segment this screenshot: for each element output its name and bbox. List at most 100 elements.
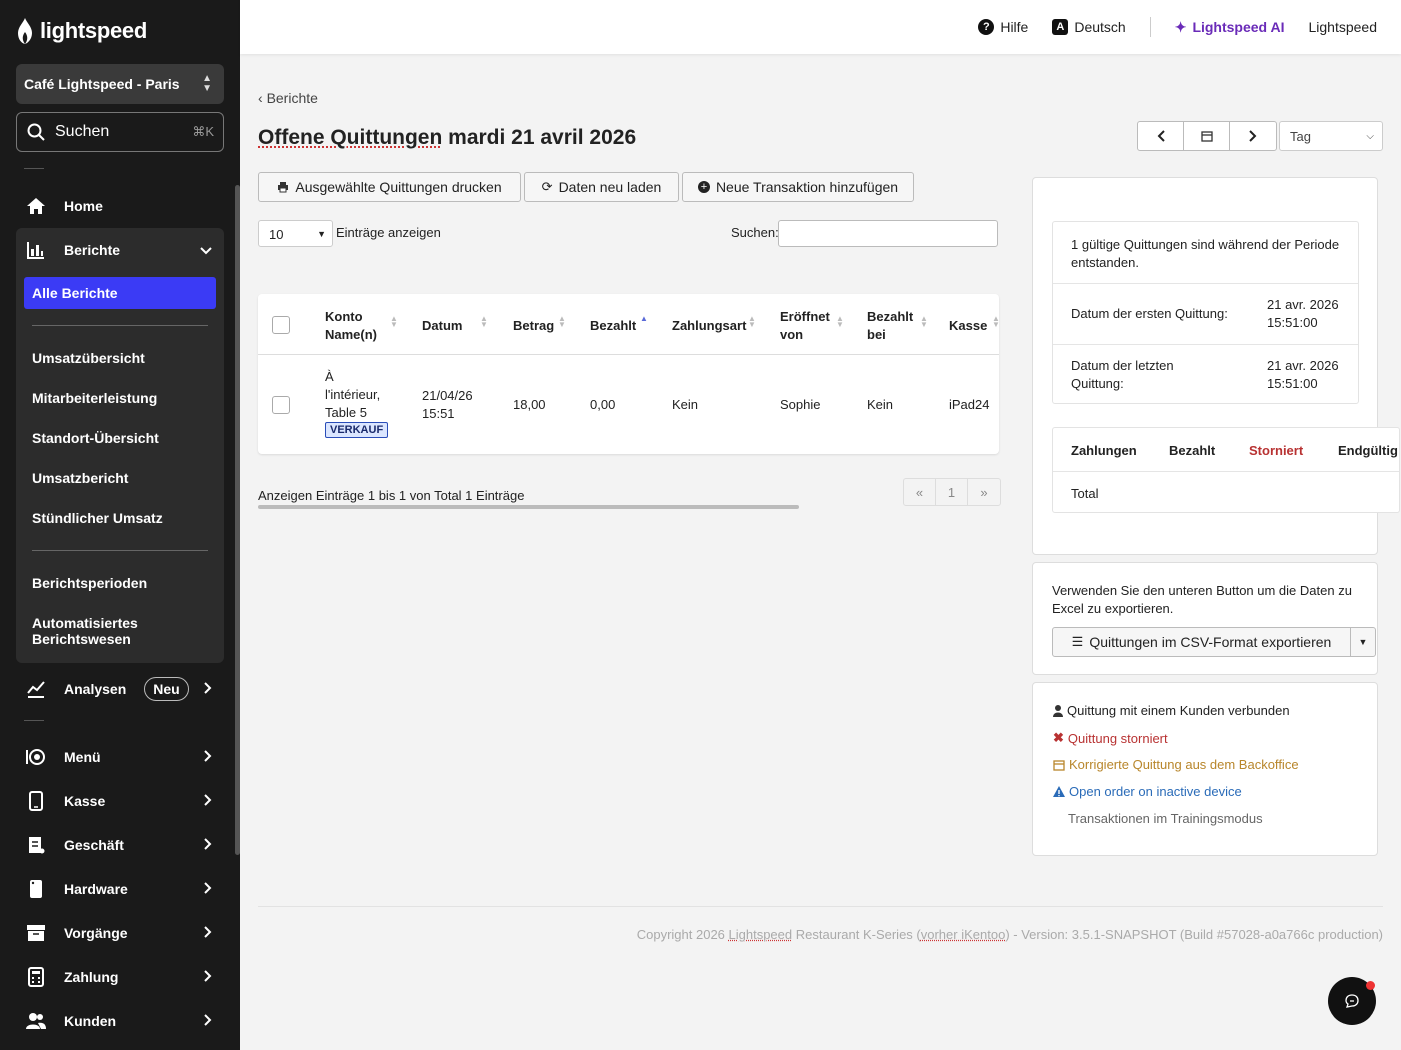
add-transaction-label: Neue Transaktion hinzufügen bbox=[715, 179, 899, 195]
payments-total-label: Total bbox=[1071, 486, 1099, 501]
sidebar-scrollbar[interactable] bbox=[235, 185, 240, 855]
payments-col-bezahlt: Bezahlt bbox=[1169, 443, 1216, 458]
nav-vorgaenge[interactable]: Vorgänge bbox=[16, 911, 224, 955]
pager-next[interactable]: » bbox=[968, 479, 1000, 505]
select-all-checkbox[interactable] bbox=[272, 316, 290, 334]
add-transaction-button[interactable]: + Neue Transaktion hinzufügen bbox=[682, 172, 914, 202]
col-bezahlt[interactable]: Bezahlt bbox=[590, 317, 636, 335]
legend-inactive-device-label: Open order on inactive device bbox=[1069, 784, 1242, 799]
nav-geschaeft[interactable]: Geschäft bbox=[16, 823, 224, 867]
nav-analysen[interactable]: Analysen Neu bbox=[16, 667, 224, 711]
pager-prev[interactable]: « bbox=[904, 479, 936, 505]
sidebar-item-berichtsperioden[interactable]: Berichtsperioden bbox=[32, 575, 147, 591]
col-kasse[interactable]: Kasse bbox=[949, 317, 987, 335]
nav-kasse[interactable]: Kasse bbox=[16, 779, 224, 823]
breadcrumb[interactable]: ‹ Berichte bbox=[258, 90, 318, 106]
next-day-button[interactable] bbox=[1230, 122, 1276, 150]
ai-label: Lightspeed AI bbox=[1192, 19, 1285, 35]
col-eroeffnet[interactable]: Eröffnet von bbox=[780, 308, 835, 344]
sidebar-search[interactable]: Suchen ⌘K bbox=[16, 112, 224, 152]
divider bbox=[1053, 471, 1399, 472]
col-konto[interactable]: Konto Name(n) bbox=[325, 308, 385, 344]
pager-page[interactable]: 1 bbox=[936, 479, 968, 505]
ai-link[interactable]: ✦ Lightspeed AI bbox=[1175, 19, 1285, 36]
new-badge: Neu bbox=[144, 677, 189, 701]
user-icon bbox=[1053, 704, 1063, 717]
calendar-button[interactable] bbox=[1184, 122, 1230, 150]
breadcrumb-label: Berichte bbox=[266, 90, 318, 106]
col-betrag[interactable]: Betrag bbox=[513, 317, 554, 335]
period-select[interactable]: Tag ⌵ bbox=[1279, 121, 1383, 151]
divider bbox=[24, 168, 44, 169]
nav-hardware-label: Hardware bbox=[64, 881, 128, 897]
language-selector[interactable]: A Deutsch bbox=[1052, 19, 1126, 35]
first-receipt-value: 21 avr. 2026 15:51:00 bbox=[1267, 297, 1339, 330]
nav-hardware[interactable]: Hardware bbox=[16, 867, 224, 911]
sidebar-item-standort-uebersicht[interactable]: Standort-Übersicht bbox=[32, 430, 159, 446]
sidebar: lightspeed Café Lightspeed - Paris ▲ ▼ Su… bbox=[0, 0, 240, 1050]
nav-menu[interactable]: Menü bbox=[16, 735, 224, 779]
nav-kunden[interactable]: Kunden bbox=[16, 999, 224, 1043]
chevron-right-icon bbox=[204, 1013, 212, 1029]
sidebar-item-umsatzbericht[interactable]: Umsatzbericht bbox=[32, 470, 128, 486]
entries-length-label: Einträge anzeigen bbox=[336, 225, 441, 240]
pagination: « 1 » bbox=[903, 478, 1001, 506]
sidebar-item-alle-berichte[interactable]: Alle Berichte bbox=[24, 277, 216, 309]
sidebar-item-umsatzuebersicht[interactable]: Umsatzübersicht bbox=[32, 350, 145, 366]
nav-zahlung[interactable]: Zahlung bbox=[16, 955, 224, 999]
legend-panel: Quittung mit einem Kunden verbunden ✖ Qu… bbox=[1032, 682, 1378, 856]
search-icon bbox=[27, 123, 45, 141]
table-horizontal-scrollbar[interactable] bbox=[258, 505, 799, 509]
account-menu[interactable]: Lightspeed bbox=[1308, 19, 1377, 35]
sidebar-item-stuendlicher-umsatz[interactable]: Stündlicher Umsatz bbox=[32, 510, 163, 526]
nav-berichte[interactable]: Berichte bbox=[16, 228, 224, 272]
legend-training-label: Transaktionen im Trainingsmodus bbox=[1068, 811, 1263, 826]
question-icon: ? bbox=[978, 19, 995, 35]
store-selector[interactable]: Café Lightspeed - Paris ▲ ▼ bbox=[16, 64, 224, 104]
nav-home-label: Home bbox=[64, 198, 103, 214]
calendar-icon bbox=[1200, 131, 1213, 142]
sort-icon: ▲ ▼ bbox=[748, 314, 756, 329]
plus-circle-icon: + bbox=[697, 181, 710, 193]
device-icon bbox=[24, 877, 48, 901]
entries-length-select[interactable]: 10 ▼ bbox=[258, 220, 333, 247]
nav-home[interactable]: Home bbox=[16, 184, 224, 228]
logo[interactable]: lightspeed bbox=[16, 16, 147, 46]
chat-icon bbox=[1345, 994, 1359, 1008]
sidebar-item-automatisiertes-berichtswesen[interactable]: Automatisiertes Berichtswesen bbox=[32, 615, 152, 647]
export-dropdown-toggle[interactable]: ▼ bbox=[1351, 628, 1375, 656]
date-navigator bbox=[1137, 121, 1277, 151]
chevron-right-icon bbox=[204, 969, 212, 985]
col-zahlungsart[interactable]: Zahlungsart bbox=[672, 317, 746, 335]
col-bezahlt-bei[interactable]: Bezahlt bei bbox=[867, 308, 917, 344]
legend-corrected: Korrigierte Quittung aus dem Backoffice bbox=[1053, 757, 1299, 772]
chevron-left-icon: ‹ bbox=[258, 90, 263, 106]
chevron-right-icon bbox=[204, 793, 212, 809]
sale-tag: VERKAUF bbox=[325, 422, 389, 438]
chevron-right-icon bbox=[1249, 130, 1257, 142]
table-search-input[interactable] bbox=[778, 220, 998, 247]
nav-analysen-label: Analysen bbox=[64, 681, 127, 697]
cell-eroeffnet: Sophie bbox=[780, 397, 821, 412]
sidebar-item-label: Alle Berichte bbox=[32, 285, 118, 301]
sort-icon: ▲ ▼ bbox=[920, 314, 928, 329]
export-csv-button[interactable]: ☰ Quittungen im CSV-Format exportieren bbox=[1053, 628, 1351, 656]
sidebar-item-mitarbeiterleistung[interactable]: Mitarbeiterleistung bbox=[32, 390, 157, 406]
prev-day-button[interactable] bbox=[1138, 122, 1184, 150]
reload-button[interactable]: ⟳ Daten neu laden bbox=[524, 172, 679, 202]
divider bbox=[32, 550, 208, 551]
cell-konto[interactable]: À l'intérieur, Table 5 bbox=[325, 368, 391, 422]
table-search-label: Suchen: bbox=[731, 225, 779, 240]
print-selected-button[interactable]: Ausgewählte Quittungen drucken bbox=[258, 172, 521, 202]
last-receipt-value: 21 avr. 2026 15:51:00 bbox=[1267, 358, 1339, 391]
cell-kasse: iPad24 bbox=[949, 397, 990, 412]
col-datum[interactable]: Datum bbox=[422, 317, 462, 335]
row-checkbox[interactable] bbox=[272, 396, 290, 414]
chat-button[interactable] bbox=[1328, 977, 1376, 1025]
footer-version: ) - Version: 3.5.1-SNAPSHOT (Build #5702… bbox=[1005, 927, 1383, 942]
divider bbox=[1053, 344, 1358, 345]
topbar: ? Hilfe A Deutsch ✦ Lightspeed AI Lights… bbox=[240, 0, 1401, 54]
help-link[interactable]: ? Hilfe bbox=[978, 19, 1028, 35]
sort-icon: ▲ ▼ bbox=[836, 314, 844, 329]
footer-old-name: vorher iKentoo bbox=[920, 927, 1006, 942]
